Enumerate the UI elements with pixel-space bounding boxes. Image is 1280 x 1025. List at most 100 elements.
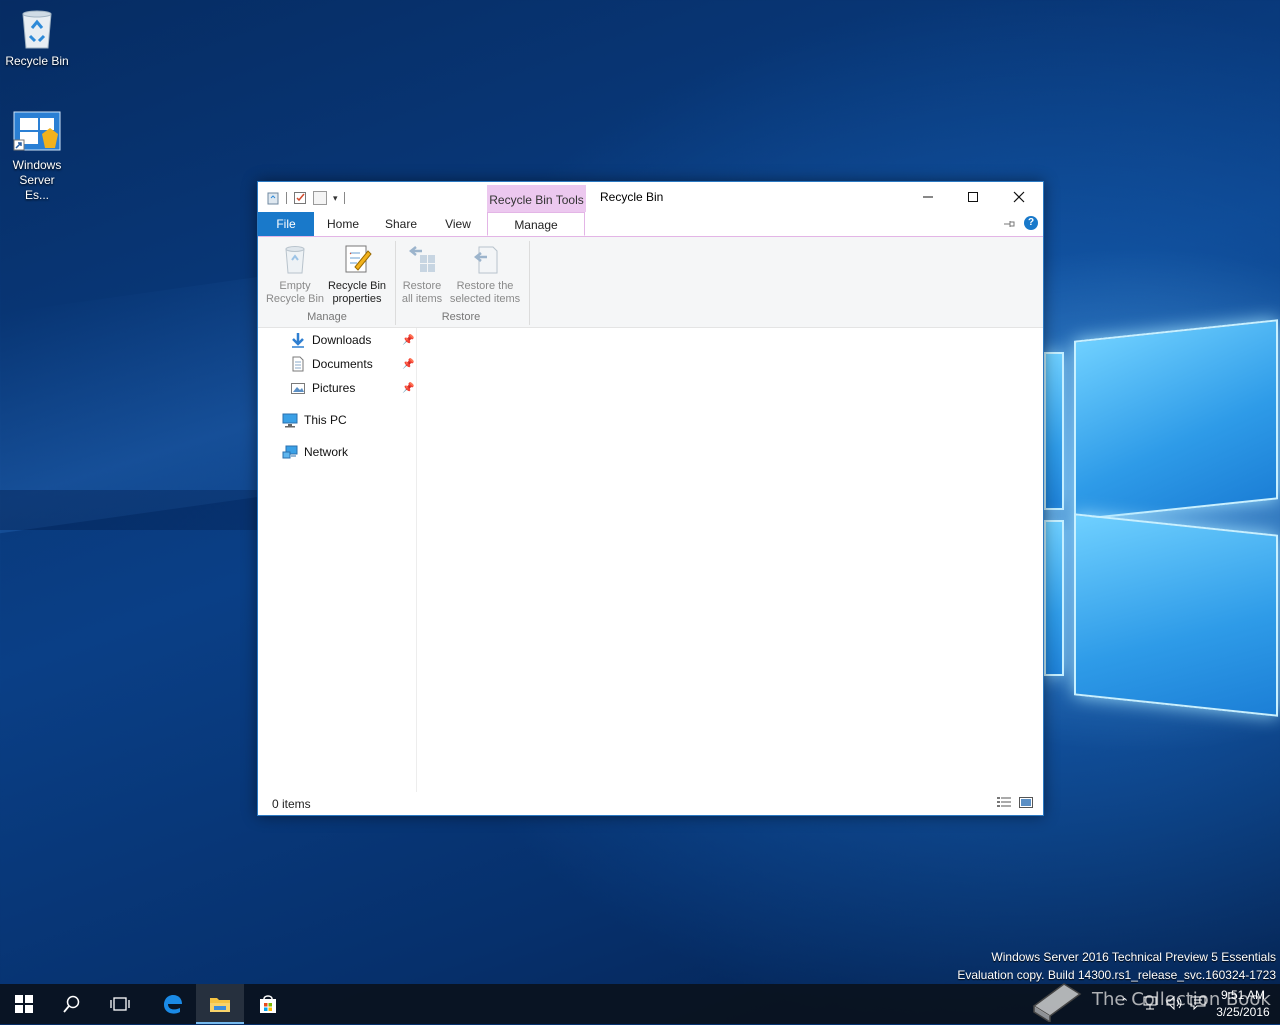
task-view-icon [110, 997, 130, 1011]
button-label-line2: all items [401, 293, 443, 305]
start-icon [15, 995, 33, 1013]
restore-selected-icon [469, 243, 501, 275]
file-explorer-icon [210, 998, 230, 1012]
nav-item-pictures[interactable]: Pictures [290, 378, 355, 398]
taskbar: The Collection Book ⌃ 9:51 AM 3/25/2016 [0, 983, 1280, 1024]
button-label-line2: properties [332, 293, 382, 305]
show-hidden-icons-chevron-icon[interactable]: ⌃ [1120, 996, 1129, 1009]
store-icon [260, 995, 276, 1013]
new-folder-small-icon[interactable] [313, 191, 327, 205]
windows-logo-pane [1074, 319, 1278, 521]
maximize-icon [968, 192, 978, 202]
tab-share[interactable]: Share [378, 212, 424, 236]
clock-time[interactable]: 9:51 AM [1210, 988, 1276, 1002]
restore-selected-items-button[interactable]: Restore the selected items [446, 241, 524, 306]
recycle-bin-properties-button[interactable]: Recycle Bin properties [326, 241, 388, 306]
group-label-restore: Restore [441, 311, 481, 323]
windows-logo-pane [1044, 520, 1064, 676]
pin-icon[interactable]: 📌 [402, 383, 414, 394]
large-icons-view-icon [1019, 797, 1033, 808]
empty-recycle-bin-button[interactable]: Empty Recycle Bin [262, 241, 328, 306]
close-button[interactable] [996, 182, 1042, 212]
group-separator [529, 241, 530, 325]
edge-icon [164, 995, 182, 1014]
button-label-line2: Recycle Bin [265, 293, 325, 305]
windows-logo-pane [1074, 513, 1278, 717]
desktop-icon-label: Recycle Bin [5, 54, 69, 68]
this-pc-icon [282, 412, 298, 428]
group-label-manage: Manage [307, 311, 347, 323]
nav-item-downloads[interactable]: Downloads [290, 330, 371, 350]
desktop-icon-windows-server-essentials[interactable]: Windows Server Es... [0, 110, 74, 203]
tab-file[interactable]: File [258, 212, 314, 236]
tab-home[interactable]: Home [320, 212, 366, 236]
search-icon [63, 995, 80, 1013]
ribbon-tabs: File Home Share View Manage ? [258, 212, 1043, 237]
nav-item-label: Pictures [312, 381, 356, 395]
volume-icon[interactable] [1166, 995, 1184, 1013]
network-icon [282, 444, 298, 460]
store-button[interactable] [244, 984, 292, 1024]
task-view-button[interactable] [96, 984, 144, 1024]
desktop-icon-label: Windows Server Es... [12, 158, 62, 202]
nav-item-this-pc[interactable]: This PC [282, 410, 347, 430]
pin-icon[interactable]: 📌 [402, 359, 414, 370]
qat-separator [343, 192, 345, 204]
nav-item-label: This PC [304, 413, 347, 427]
pin-ribbon-icon[interactable] [1002, 217, 1016, 231]
nav-item-label: Downloads [312, 333, 372, 347]
customize-qat-chevron-icon[interactable]: ▾ [333, 193, 338, 204]
details-view-icon [997, 797, 1011, 807]
button-label-line1: Empty [279, 280, 311, 292]
minimize-icon [923, 196, 933, 198]
file-list-area[interactable] [417, 328, 1041, 792]
close-icon [1013, 191, 1025, 203]
nav-item-network[interactable]: Network [282, 442, 348, 462]
help-icon[interactable]: ? [1024, 216, 1038, 230]
file-explorer-taskbar-button[interactable] [196, 984, 244, 1024]
notifications-icon[interactable] [1190, 996, 1206, 1013]
qat-separator [286, 192, 287, 204]
documents-icon [290, 356, 306, 372]
button-label-line1: Restore the [456, 280, 514, 292]
windows-server-essentials-icon [12, 110, 62, 154]
clock-date[interactable]: 3/25/2016 [1210, 1005, 1276, 1019]
network-tray-icon[interactable] [1142, 996, 1158, 1013]
start-button[interactable] [0, 984, 48, 1024]
nav-item-label: Network [304, 445, 349, 459]
details-view-button[interactable] [996, 796, 1012, 809]
edge-button[interactable] [148, 984, 196, 1024]
tab-manage[interactable]: Manage [487, 212, 585, 236]
downloads-icon [290, 332, 306, 348]
button-label-line2: selected items [449, 293, 521, 305]
status-bar: 0 items [258, 793, 1043, 814]
nav-item-label: Documents [312, 357, 373, 371]
properties-small-icon[interactable] [293, 191, 307, 205]
button-label-line1: Recycle Bin [327, 280, 387, 292]
recycle-small-icon[interactable] [266, 191, 280, 205]
title-bar[interactable]: ▾ Recycle Bin Tools Recycle Bin [258, 182, 1043, 212]
navigation-pane: Downloads 📌 Documents 📌 Pictures 📌 This … [258, 328, 417, 792]
pin-icon[interactable]: 📌 [402, 335, 414, 346]
recycle-bin-tools-group: Recycle Bin Tools [487, 185, 586, 212]
ribbon-panel: Empty Recycle Bin Recycle Bin properties… [258, 237, 1043, 328]
desktop-icon-recycle-bin[interactable]: Recycle Bin [0, 8, 74, 69]
window-title: Recycle Bin [600, 190, 664, 204]
button-label-line1: Restore [402, 280, 442, 292]
build-watermark: Evaluation copy. Build 14300.rs1_release… [957, 968, 1276, 982]
properties-icon [341, 243, 373, 275]
search-button[interactable] [48, 984, 96, 1024]
tab-view[interactable]: View [436, 212, 480, 236]
empty-recycle-bin-icon [279, 243, 311, 275]
nav-item-documents[interactable]: Documents [290, 354, 373, 374]
minimize-button[interactable] [905, 182, 951, 212]
os-version-watermark: Windows Server 2016 Technical Preview 5 … [991, 950, 1276, 964]
restore-all-icon [406, 243, 438, 275]
restore-all-items-button[interactable]: Restore all items [398, 241, 446, 306]
large-icons-view-button[interactable] [1018, 796, 1034, 809]
file-explorer-window: ▾ Recycle Bin Tools Recycle Bin File Hom… [257, 181, 1044, 816]
maximize-button[interactable] [950, 182, 996, 212]
book-watermark-icon [1028, 976, 1084, 1024]
quick-access-toolbar: ▾ [266, 190, 345, 206]
item-count: 0 items [272, 797, 311, 811]
